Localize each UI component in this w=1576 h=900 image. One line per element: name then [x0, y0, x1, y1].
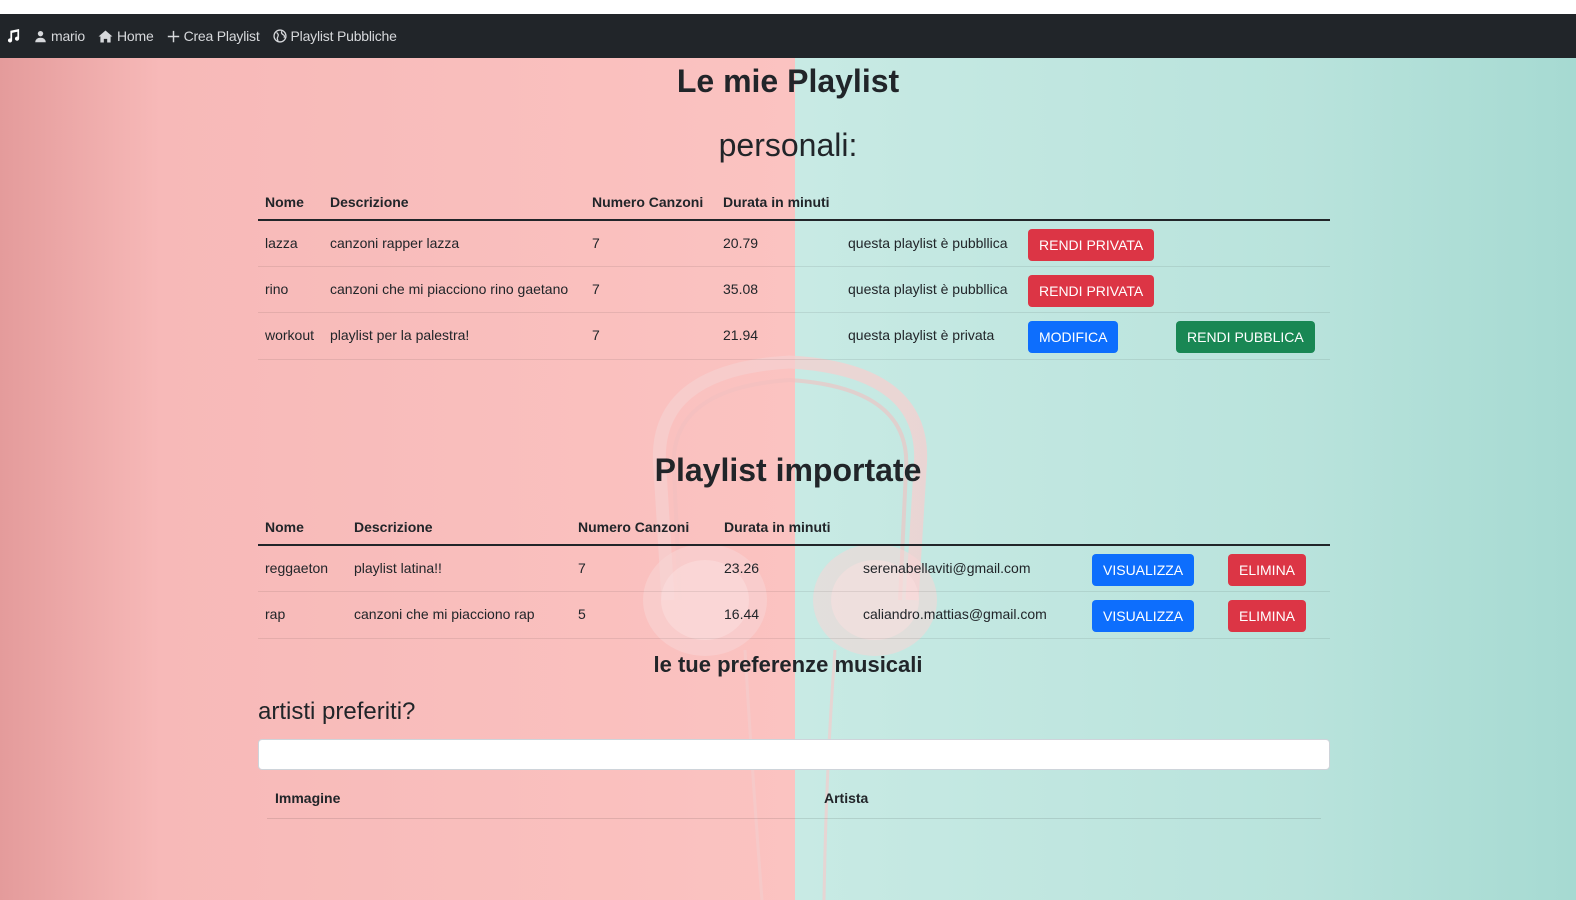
cell-description: playlist latina!! [354, 560, 442, 576]
table-row: rino canzoni che mi piacciono rino gaeta… [258, 267, 1330, 313]
nav-create-label: Crea Playlist [183, 28, 260, 44]
cell-name: lazza [265, 235, 298, 251]
cell-owner-email: serenabellaviti@gmail.com [863, 560, 1031, 576]
nav-public-label: Playlist Pubbliche [290, 28, 397, 44]
cell-song-count: 7 [592, 327, 600, 343]
cell-visibility-status: questa playlist è privata [848, 327, 995, 343]
header-duration: Durata in minuti [723, 194, 830, 210]
nav-home-label: Home [117, 28, 154, 44]
cell-description: canzoni che mi piacciono rap [354, 606, 535, 622]
make-public-button[interactable]: RENDI PUBBLICA [1176, 321, 1315, 353]
cell-name: rap [265, 606, 286, 622]
artist-search-input[interactable] [258, 739, 1330, 770]
cell-name: reggaeton [265, 560, 329, 576]
page-title: Le mie Playlist [676, 63, 900, 99]
edit-button[interactable]: MODIFICA [1028, 321, 1119, 353]
header-song-count: Numero Canzoni [592, 194, 704, 210]
nav-home[interactable]: Home [98, 28, 154, 44]
cell-name: rino [265, 281, 289, 297]
preferences-title: le tue preferenze musicali [653, 652, 923, 677]
header-name: Nome [265, 519, 304, 535]
cell-name: workout [265, 327, 315, 343]
cell-song-count: 7 [592, 235, 600, 251]
navbar: mario Home Crea Playlist Playlist Pubbli… [0, 14, 1576, 58]
cell-description: canzoni che mi piacciono rino gaetano [330, 281, 569, 297]
nav-user-label: mario [51, 28, 86, 44]
header-song-count: Numero Canzoni [578, 519, 690, 535]
nav-public-playlists[interactable]: Playlist Pubbliche [272, 28, 397, 44]
artists-table: Immagine Artista [267, 782, 1321, 819]
cell-description: canzoni rapper lazza [330, 235, 460, 251]
header-artist: Artista [824, 790, 869, 806]
table-header: Nome Descrizione Numero Canzoni Durata i… [258, 182, 1330, 221]
table-row: workout playlist per la palestra! 7 21.9… [258, 313, 1330, 360]
header-description: Descrizione [354, 519, 433, 535]
view-button[interactable]: VISUALIZZA [1092, 554, 1195, 586]
music-note-icon[interactable] [6, 29, 24, 43]
cell-duration: 20.79 [723, 235, 759, 251]
header-description: Descrizione [330, 194, 409, 210]
cell-duration: 16.44 [724, 606, 760, 622]
imported-playlists-table: Nome Descrizione Numero Canzoni Durata i… [258, 507, 1330, 639]
header-image: Immagine [275, 790, 341, 806]
header-name: Nome [265, 194, 304, 210]
main-content: Le mie Playlist personali: Nome Descrizi… [0, 0, 1576, 900]
table-header: Nome Descrizione Numero Canzoni Durata i… [258, 507, 1330, 546]
view-button[interactable]: VISUALIZZA [1092, 600, 1195, 632]
cell-duration: 23.26 [724, 560, 760, 576]
nav-user[interactable]: mario [34, 28, 85, 44]
plus-icon [167, 30, 179, 42]
artists-question: artisti preferiti? [258, 698, 416, 725]
globe-icon [272, 29, 287, 43]
cell-duration: 35.08 [723, 281, 759, 297]
cell-visibility-status: questa playlist è pubbllica [848, 281, 1008, 297]
section-subtitle-personal: personali: [718, 127, 858, 163]
table-row: reggaeton playlist latina!! 7 23.26 sere… [258, 546, 1330, 592]
personal-playlists-table: Nome Descrizione Numero Canzoni Durata i… [258, 182, 1330, 360]
cell-song-count: 5 [578, 606, 586, 622]
imported-title: Playlist importate [654, 452, 922, 488]
cell-visibility-status: questa playlist è pubbllica [848, 235, 1008, 251]
house-icon [98, 29, 113, 43]
header-duration: Durata in minuti [724, 519, 831, 535]
person-icon [35, 30, 46, 42]
cell-duration: 21.94 [723, 327, 759, 343]
cell-song-count: 7 [578, 560, 586, 576]
make-private-button[interactable]: RENDI PRIVATA [1028, 275, 1155, 307]
delete-button[interactable]: ELIMINA [1228, 554, 1307, 586]
table-row: lazza canzoni rapper lazza 7 20.79 quest… [258, 221, 1330, 267]
nav-create-playlist[interactable]: Crea Playlist [167, 28, 260, 44]
cell-owner-email: caliandro.mattias@gmail.com [863, 606, 1047, 622]
make-private-button[interactable]: RENDI PRIVATA [1028, 229, 1155, 261]
cell-description: playlist per la palestra! [330, 327, 470, 343]
table-row: rap canzoni che mi piacciono rap 5 16.44… [258, 592, 1330, 639]
delete-button[interactable]: ELIMINA [1228, 600, 1307, 632]
cell-song-count: 7 [592, 281, 600, 297]
